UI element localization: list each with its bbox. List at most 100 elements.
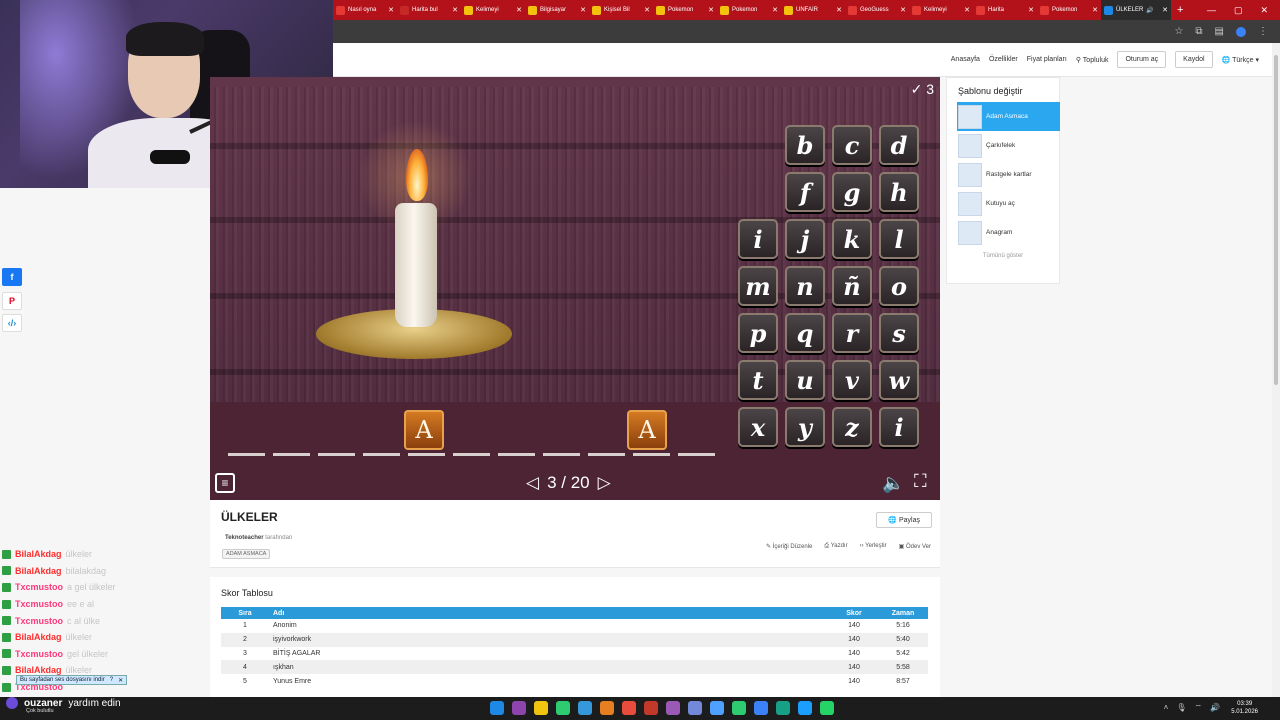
browser-tab[interactable]: GeoGuess ✕ <box>845 0 909 20</box>
nav-home[interactable]: Anasayfa <box>951 56 980 63</box>
tab-close-icon[interactable]: ✕ <box>708 6 714 14</box>
tab-close-icon[interactable]: ✕ <box>964 6 970 14</box>
browser-tab[interactable]: Kişisel Bil ✕ <box>589 0 653 20</box>
extensions-icon[interactable]: ⧉ <box>1195 26 1202 37</box>
mic-icon[interactable]: 🎙 <box>1176 703 1186 713</box>
letter-key[interactable]: m <box>738 266 778 306</box>
obs-icon[interactable] <box>666 701 680 715</box>
browser-tab[interactable]: Bilgisayar ✕ <box>525 0 589 20</box>
letter-key[interactable]: n <box>785 266 825 306</box>
start-icon[interactable] <box>490 701 504 715</box>
chevron-up-icon[interactable]: ˄ <box>1164 703 1169 713</box>
author-link[interactable]: Teknoteacher <box>225 535 264 541</box>
signup-button[interactable]: Kaydol <box>1175 51 1213 68</box>
tab-close-icon[interactable]: ✕ <box>452 6 458 14</box>
tab-close-icon[interactable]: ✕ <box>1028 6 1034 14</box>
profile-avatar[interactable] <box>1236 26 1246 37</box>
letter-key[interactable]: u <box>785 360 825 400</box>
nav-features[interactable]: Özellikler <box>989 56 1018 63</box>
new-tab-button[interactable]: + <box>1177 4 1183 16</box>
close-window-button[interactable]: ✕ <box>1260 5 1268 16</box>
letter-key[interactable]: k <box>832 219 872 259</box>
audio-icon[interactable]: 🔊 <box>1146 7 1153 14</box>
browser-tab[interactable]: UNFAIR ✕ <box>781 0 845 20</box>
next-arrow-icon[interactable]: ▷ <box>598 473 611 493</box>
maximize-button[interactable]: ▢ <box>1234 5 1243 16</box>
opera-icon[interactable] <box>644 701 658 715</box>
facebook-share-icon[interactable]: f <box>2 268 22 286</box>
letter-key[interactable]: i <box>738 219 778 259</box>
letter-key[interactable]: q <box>785 313 825 353</box>
minimize-button[interactable]: — <box>1207 5 1216 16</box>
discord-icon[interactable] <box>688 701 702 715</box>
tab-close-icon[interactable]: ✕ <box>644 6 650 14</box>
chrome-icon[interactable] <box>622 701 636 715</box>
template-option[interactable]: Çarkıfelek <box>958 131 1048 160</box>
steam-icon[interactable] <box>798 701 812 715</box>
embed-share-icon[interactable]: ‹/› <box>2 314 22 332</box>
letter-key[interactable]: y <box>785 407 825 447</box>
template-option[interactable]: Rastgele kartlar <box>958 160 1048 189</box>
letter-key[interactable]: l <box>879 219 919 259</box>
pinterest-share-icon[interactable]: P <box>2 292 22 310</box>
browser-tab[interactable]: Kelimeyi ✕ <box>461 0 525 20</box>
show-all-link[interactable]: Tümünü göster <box>958 253 1048 259</box>
tab-close-icon[interactable]: ✕ <box>836 6 842 14</box>
tab-close-icon[interactable]: ✕ <box>1162 6 1168 14</box>
browser-tab[interactable]: Pokemon ✕ <box>1037 0 1101 20</box>
letter-key[interactable]: g <box>832 172 872 212</box>
letter-key[interactable]: b <box>785 125 825 165</box>
assign-button[interactable]: ▣ Ödev Ver <box>899 543 931 550</box>
login-button[interactable]: Oturum aç <box>1117 51 1167 68</box>
letter-key[interactable]: p <box>738 313 778 353</box>
template-option[interactable]: Anagram <box>958 218 1048 247</box>
letter-key[interactable]: o <box>879 266 919 306</box>
volume-icon[interactable]: 🔈 <box>882 473 904 494</box>
tab-close-icon[interactable]: ✕ <box>1092 6 1098 14</box>
explorer-icon[interactable] <box>534 701 548 715</box>
language-select[interactable]: 🌐 Türkçe ▾ <box>1222 56 1259 64</box>
store-icon[interactable] <box>754 701 768 715</box>
tab-close-icon[interactable]: ✕ <box>580 6 586 14</box>
tab-close-icon[interactable]: ✕ <box>900 6 906 14</box>
edit-content-button[interactable]: ✎ İçeriği Düzenle <box>766 543 812 550</box>
nav-community[interactable]: ⚲ Topluluk <box>1076 56 1109 64</box>
help-icon[interactable]: ? <box>110 677 113 683</box>
letter-key[interactable]: w <box>879 360 919 400</box>
template-option[interactable]: Kutuyu aç <box>958 189 1048 218</box>
sidepanel-icon[interactable]: ▤ <box>1215 26 1224 37</box>
template-tag[interactable]: ADAM ASMACA <box>222 549 271 559</box>
browser-tab[interactable]: Harita bul ✕ <box>397 0 461 20</box>
letter-key[interactable]: v <box>832 360 872 400</box>
letter-key[interactable]: z <box>832 407 872 447</box>
close-icon[interactable]: ✕ <box>118 677 123 684</box>
active-tab[interactable]: ÜLKELER 🔊 ✕ <box>1101 0 1171 20</box>
tab-close-icon[interactable]: ✕ <box>772 6 778 14</box>
letter-key[interactable]: t <box>738 360 778 400</box>
embed-button[interactable]: ‹› Yerleştir <box>860 543 887 550</box>
edge-icon[interactable] <box>556 701 570 715</box>
browser-icon[interactable] <box>732 701 746 715</box>
menu-icon[interactable]: ≡ <box>215 473 235 493</box>
browser-tab[interactable]: Harita ✕ <box>973 0 1037 20</box>
letter-key[interactable]: c <box>832 125 872 165</box>
letter-key[interactable]: r <box>832 313 872 353</box>
mail-icon[interactable] <box>578 701 592 715</box>
letter-key[interactable]: x <box>738 407 778 447</box>
letter-key[interactable]: s <box>879 313 919 353</box>
bookmark-star-icon[interactable]: ☆ <box>1174 26 1183 37</box>
browser-menu-icon[interactable]: ⋮ <box>1258 26 1268 37</box>
twitch-icon[interactable] <box>710 701 724 715</box>
letter-key[interactable]: h <box>879 172 919 212</box>
letter-key[interactable]: ñ <box>832 266 872 306</box>
speaker-icon[interactable]: 🔊 <box>1210 703 1220 713</box>
print-button[interactable]: ⎙ Yazdır <box>824 543 847 550</box>
browser-tab[interactable]: Nasıl oyna ✕ <box>333 0 397 20</box>
browser-tab[interactable]: Kelimeyi ✕ <box>909 0 973 20</box>
browser-tab[interactable]: Pokemon ✕ <box>653 0 717 20</box>
template-option[interactable]: Adam Asmaca <box>957 102 1060 131</box>
prev-arrow-icon[interactable]: ◁ <box>526 473 539 493</box>
page-scrollbar[interactable] <box>1272 43 1280 697</box>
wifi-icon[interactable]: ⌔ <box>1195 703 1203 713</box>
photos-icon[interactable] <box>600 701 614 715</box>
